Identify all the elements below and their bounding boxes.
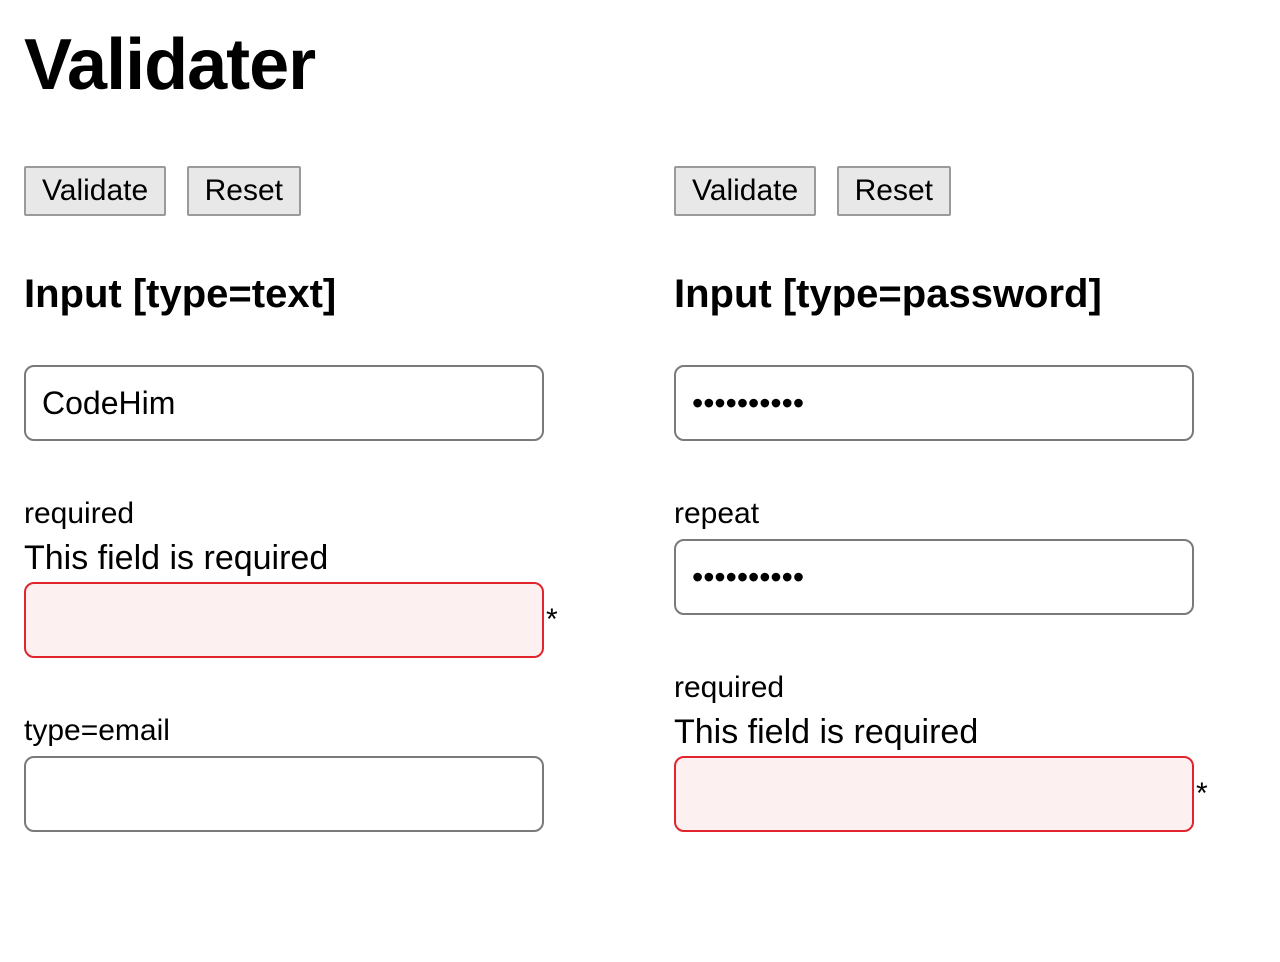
text-input-required[interactable] [24, 582, 544, 658]
field-label-required: required [24, 497, 564, 531]
password-field-required: required This field is required * [674, 671, 1214, 832]
text-field-required: required This field is required * [24, 497, 564, 658]
reset-button[interactable]: Reset [837, 166, 951, 216]
field-label-required: required [674, 671, 1214, 705]
column-password-inputs: Validate Reset Input [type=password] rep… [674, 166, 1214, 888]
page-title: Validater [24, 24, 1256, 106]
text-field-1 [24, 365, 564, 441]
email-field: type=email [24, 714, 564, 832]
field-label-email: type=email [24, 714, 564, 748]
password-input-1[interactable] [674, 365, 1194, 441]
validate-button[interactable]: Validate [24, 166, 166, 216]
error-message: This field is required [24, 539, 564, 578]
password-field-1 [674, 365, 1214, 441]
text-input-1[interactable] [24, 365, 544, 441]
required-star-icon: * [1196, 777, 1208, 811]
required-star-icon: * [546, 603, 558, 637]
button-row-right: Validate Reset [674, 166, 1214, 216]
email-input[interactable] [24, 756, 544, 832]
field-label-repeat: repeat [674, 497, 1214, 531]
password-input-required[interactable] [674, 756, 1194, 832]
reset-button[interactable]: Reset [187, 166, 301, 216]
password-field-repeat: repeat [674, 497, 1214, 615]
column-text-inputs: Validate Reset Input [type=text] require… [24, 166, 564, 888]
button-row-left: Validate Reset [24, 166, 564, 216]
section-heading-text: Input [type=text] [24, 272, 564, 317]
error-message: This field is required [674, 713, 1214, 752]
password-input-repeat[interactable] [674, 539, 1194, 615]
section-heading-password: Input [type=password] [674, 272, 1214, 317]
validate-button[interactable]: Validate [674, 166, 816, 216]
